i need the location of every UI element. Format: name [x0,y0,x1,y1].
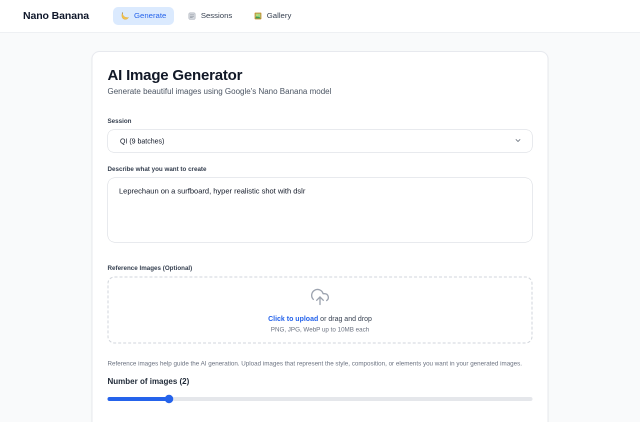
cloud-upload-icon [310,287,330,310]
prompt-input[interactable]: Leprechaun on a surfboard, hyper realist… [107,177,533,243]
slider-fill [107,397,170,401]
upload-formats: PNG, JPG, WebP up to 10MB each [270,326,370,333]
notepad-icon [187,12,196,21]
chevron-down-icon [514,136,522,146]
reference-images-field: Reference Images (Optional) Click to upl… [107,264,533,370]
session-select[interactable]: QI (9 batches) [107,129,533,153]
top-nav: Nano Banana Generate Sessions Gallery [0,0,640,33]
upload-link[interactable]: Click to upload [268,315,318,323]
num-images-slider[interactable] [107,394,533,404]
brand: Nano Banana [23,10,89,22]
tab-gallery-label: Gallery [266,11,292,21]
prompt-label: Describe what you want to create [107,165,207,173]
upload-dropzone[interactable]: Click to upload or drag and drop PNG, JP… [107,276,533,344]
page-subtitle: Generate beautiful images using Google's… [107,87,332,97]
num-images-label: Number of images (2) [107,377,190,387]
upload-suffix: or drag and drop [318,314,372,323]
page-title: AI Image Generator [107,67,243,84]
upload-instructions: Click to upload or drag and drop [268,315,372,323]
reference-help-text: Reference images help guide the AI gener… [107,360,522,367]
tab-gallery[interactable]: Gallery [246,7,299,25]
slider-thumb[interactable] [164,394,174,404]
tab-sessions[interactable]: Sessions [180,7,240,25]
tab-generate[interactable]: Generate [113,7,174,25]
tab-generate-label: Generate [134,11,167,21]
prompt-field: Describe what you want to create Leprech… [107,165,533,243]
nav-tabs: Generate Sessions Gallery [113,7,299,25]
tab-sessions-label: Sessions [200,11,233,21]
session-label: Session [107,117,132,125]
session-select-value: QI (9 batches) [120,137,165,145]
num-images-field: Number of images (2) [107,377,533,404]
generator-card: AI Image Generator Generate beautiful im… [91,51,549,422]
reference-images-label: Reference Images (Optional) [107,264,193,272]
session-field: Session QI (9 batches) [107,117,533,153]
page: Nano Banana Generate Sessions Gallery AI… [0,0,640,422]
banana-icon [121,12,130,21]
framed-picture-icon [253,12,262,21]
